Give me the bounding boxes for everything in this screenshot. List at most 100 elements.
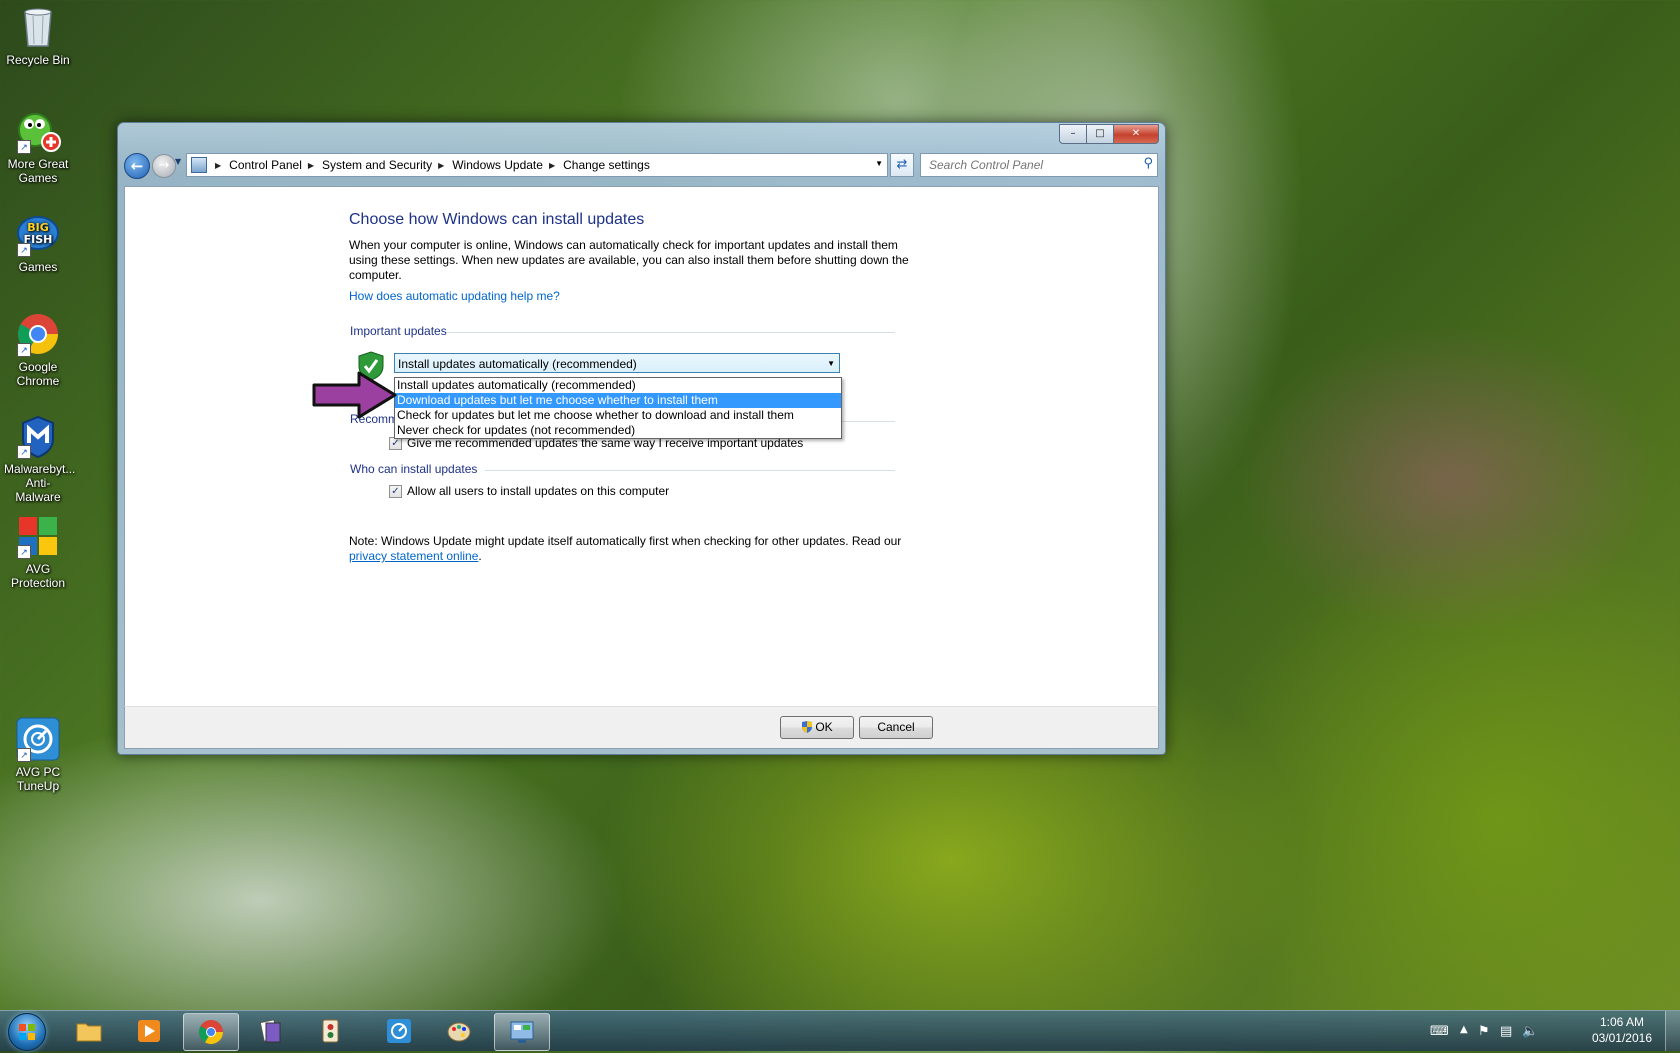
shortcut-arrow-icon: ↗ [17, 343, 31, 357]
cards-icon [257, 1018, 283, 1044]
shortcut-arrow-icon: ↗ [17, 140, 31, 154]
chrome-icon: ↗ [15, 311, 61, 357]
taskbar-file-explorer[interactable] [62, 1013, 116, 1049]
clock-time: 1:06 AM [1599, 1015, 1644, 1029]
ok-button[interactable]: OK [780, 716, 854, 739]
ok-button-label: OK [815, 720, 833, 734]
important-updates-select[interactable]: Install updates automatically (recommend… [394, 353, 840, 373]
allow-all-users-checkbox-row[interactable]: ✓ Allow all users to install updates on … [389, 484, 669, 498]
desktop-icon-label: AVG PC TuneUp [15, 765, 61, 793]
back-button[interactable]: ← [124, 153, 150, 179]
taskbar: ⌨ ▲ ⚑ ▤ 🔈 1:06 AM 03/01/2016 [0, 1010, 1680, 1051]
volume-icon[interactable]: 🔈 [1522, 1024, 1538, 1039]
clock-date: 03/01/2016 [1591, 1031, 1652, 1045]
malwarebytes-icon: ↗ [15, 413, 61, 459]
section-divider [447, 332, 895, 333]
paint-palette-icon [446, 1018, 472, 1044]
search-icon[interactable]: ⚲ [1143, 156, 1153, 171]
desktop-icon-games[interactable]: BIG FISH ↗ Games [4, 211, 72, 274]
navigation-bar: ← → ▼ ▶ Control Panel ▶ System and Secur… [124, 153, 1159, 179]
select-value: Install updates automatically (recommend… [398, 357, 637, 371]
maximize-button[interactable]: □ [1086, 124, 1114, 144]
desktop-icon-avg-protection[interactable]: ↗ AVG Protection [4, 513, 72, 590]
breadcrumb-control-panel[interactable]: Control Panel [229, 158, 302, 172]
note-end: . [478, 549, 482, 563]
desktop-icon-label: Malwarebyt... Anti-Malware [4, 462, 76, 504]
breadcrumb-separator-icon[interactable]: ▶ [438, 161, 444, 170]
chrome-icon [198, 1019, 224, 1045]
option-install-automatically[interactable]: Install updates automatically (recommend… [395, 378, 841, 393]
forward-button[interactable]: → [152, 154, 176, 178]
windows-logo-icon [8, 1013, 46, 1051]
important-updates-options-list: Install updates automatically (recommend… [394, 377, 842, 439]
shortcut-arrow-icon: ↗ [17, 748, 31, 762]
option-never-check[interactable]: Never check for updates (not recommended… [395, 423, 841, 438]
taskbar-control-panel[interactable] [494, 1013, 550, 1051]
control-panel-icon [509, 1019, 535, 1045]
page-title: Choose how Windows can install updates [349, 211, 645, 228]
desktop-icon-malwarebytes[interactable]: ↗ Malwarebyt... Anti-Malware [4, 413, 76, 504]
recent-pages-dropdown-icon[interactable]: ▼ [175, 157, 181, 166]
close-button[interactable]: ✕ [1113, 124, 1159, 144]
annotation-arrow-icon [311, 370, 401, 420]
breadcrumb-change-settings[interactable]: Change settings [563, 158, 650, 172]
desktop-icon-recycle-bin[interactable]: Recycle Bin [4, 4, 72, 67]
refresh-button[interactable]: ⇄ [890, 153, 914, 177]
help-link[interactable]: How does automatic updating help me? [349, 289, 560, 303]
taskbar-mahjong[interactable] [303, 1013, 357, 1049]
search-input[interactable] [927, 157, 1131, 173]
shortcut-arrow-icon: ↗ [17, 243, 31, 257]
note-body: Note: Windows Update might update itself… [349, 534, 902, 548]
big-fish-games-icon: BIG FISH ↗ [15, 211, 61, 257]
show-desktop-button[interactable] [1665, 1011, 1680, 1051]
window-controls: – □ ✕ [1059, 124, 1159, 144]
allow-all-users-checkbox[interactable]: ✓ [389, 484, 402, 498]
uac-shield-icon [801, 719, 813, 733]
desktop-icon-label: Google Chrome [16, 360, 60, 388]
cancel-button[interactable]: Cancel [859, 716, 933, 739]
media-player-icon [136, 1018, 162, 1044]
desktop-icon-label: Recycle Bin [6, 53, 70, 67]
breadcrumb-separator-icon[interactable]: ▶ [549, 161, 555, 170]
desktop-icon-more-great-games[interactable]: ↗ More Great Games [4, 108, 72, 185]
clock[interactable]: 1:06 AM 03/01/2016 [1592, 1014, 1652, 1046]
minimize-button[interactable]: – [1059, 124, 1087, 144]
system-tray: ⌨ ▲ ⚑ ▤ 🔈 1:06 AM 03/01/2016 [1420, 1011, 1680, 1051]
address-dropdown-icon[interactable]: ▼ [875, 159, 883, 168]
breadcrumb-separator-icon[interactable]: ▶ [308, 161, 314, 170]
chevron-down-icon: ▼ [827, 359, 835, 368]
note-text: Note: Windows Update might update itself… [349, 534, 929, 564]
taskbar-solitaire[interactable] [243, 1013, 297, 1049]
desktop-icon-google-chrome[interactable]: ↗ Google Chrome [4, 311, 72, 388]
start-button[interactable] [4, 1011, 48, 1051]
desktop-icon-label: More Great Games [7, 157, 69, 185]
recycle-bin-icon [15, 4, 61, 50]
avg-icon: ↗ [15, 513, 61, 559]
breadcrumb-separator-icon[interactable]: ▶ [215, 161, 221, 170]
breadcrumb-windows-update[interactable]: Windows Update [452, 158, 543, 172]
option-download-let-me-choose[interactable]: Download updates but let me choose wheth… [395, 393, 841, 408]
control-panel-icon [191, 157, 207, 173]
desktop-icon-avg-tuneup[interactable]: ↗ AVG PC TuneUp [4, 716, 72, 793]
taskbar-media-player[interactable] [122, 1013, 176, 1049]
network-icon[interactable]: ▤ [1500, 1024, 1512, 1039]
breadcrumb-system-and-security[interactable]: System and Security [322, 158, 432, 172]
windows-update-settings-window: – □ ✕ ← → ▼ ▶ Control Panel ▶ System and… [117, 122, 1166, 755]
checkbox-label: Allow all users to install updates on th… [407, 484, 670, 498]
show-hidden-icons-button[interactable]: ▲ [1460, 1024, 1468, 1035]
privacy-statement-link[interactable]: privacy statement online [349, 549, 478, 563]
mahjong-tile-icon [317, 1018, 343, 1044]
search-box[interactable]: ⚲ [920, 153, 1158, 177]
taskbar-paint[interactable] [432, 1013, 486, 1049]
taskbar-chrome[interactable] [183, 1013, 239, 1051]
shortcut-arrow-icon: ↗ [17, 545, 31, 559]
shortcut-arrow-icon: ↗ [17, 445, 31, 459]
option-check-let-me-choose[interactable]: Check for updates but let me choose whet… [395, 408, 841, 423]
games-frog-icon: ↗ [15, 108, 61, 154]
address-bar[interactable]: ▶ Control Panel ▶ System and Security ▶ … [186, 153, 888, 177]
settings-content: Choose how Windows can install updates W… [124, 186, 1159, 710]
taskbar-avg-tuneup[interactable] [372, 1013, 426, 1049]
action-center-flag-icon[interactable]: ⚑ [1478, 1024, 1490, 1039]
keyboard-icon[interactable]: ⌨ [1430, 1024, 1449, 1039]
dialog-button-bar: OK Cancel [124, 706, 1159, 749]
